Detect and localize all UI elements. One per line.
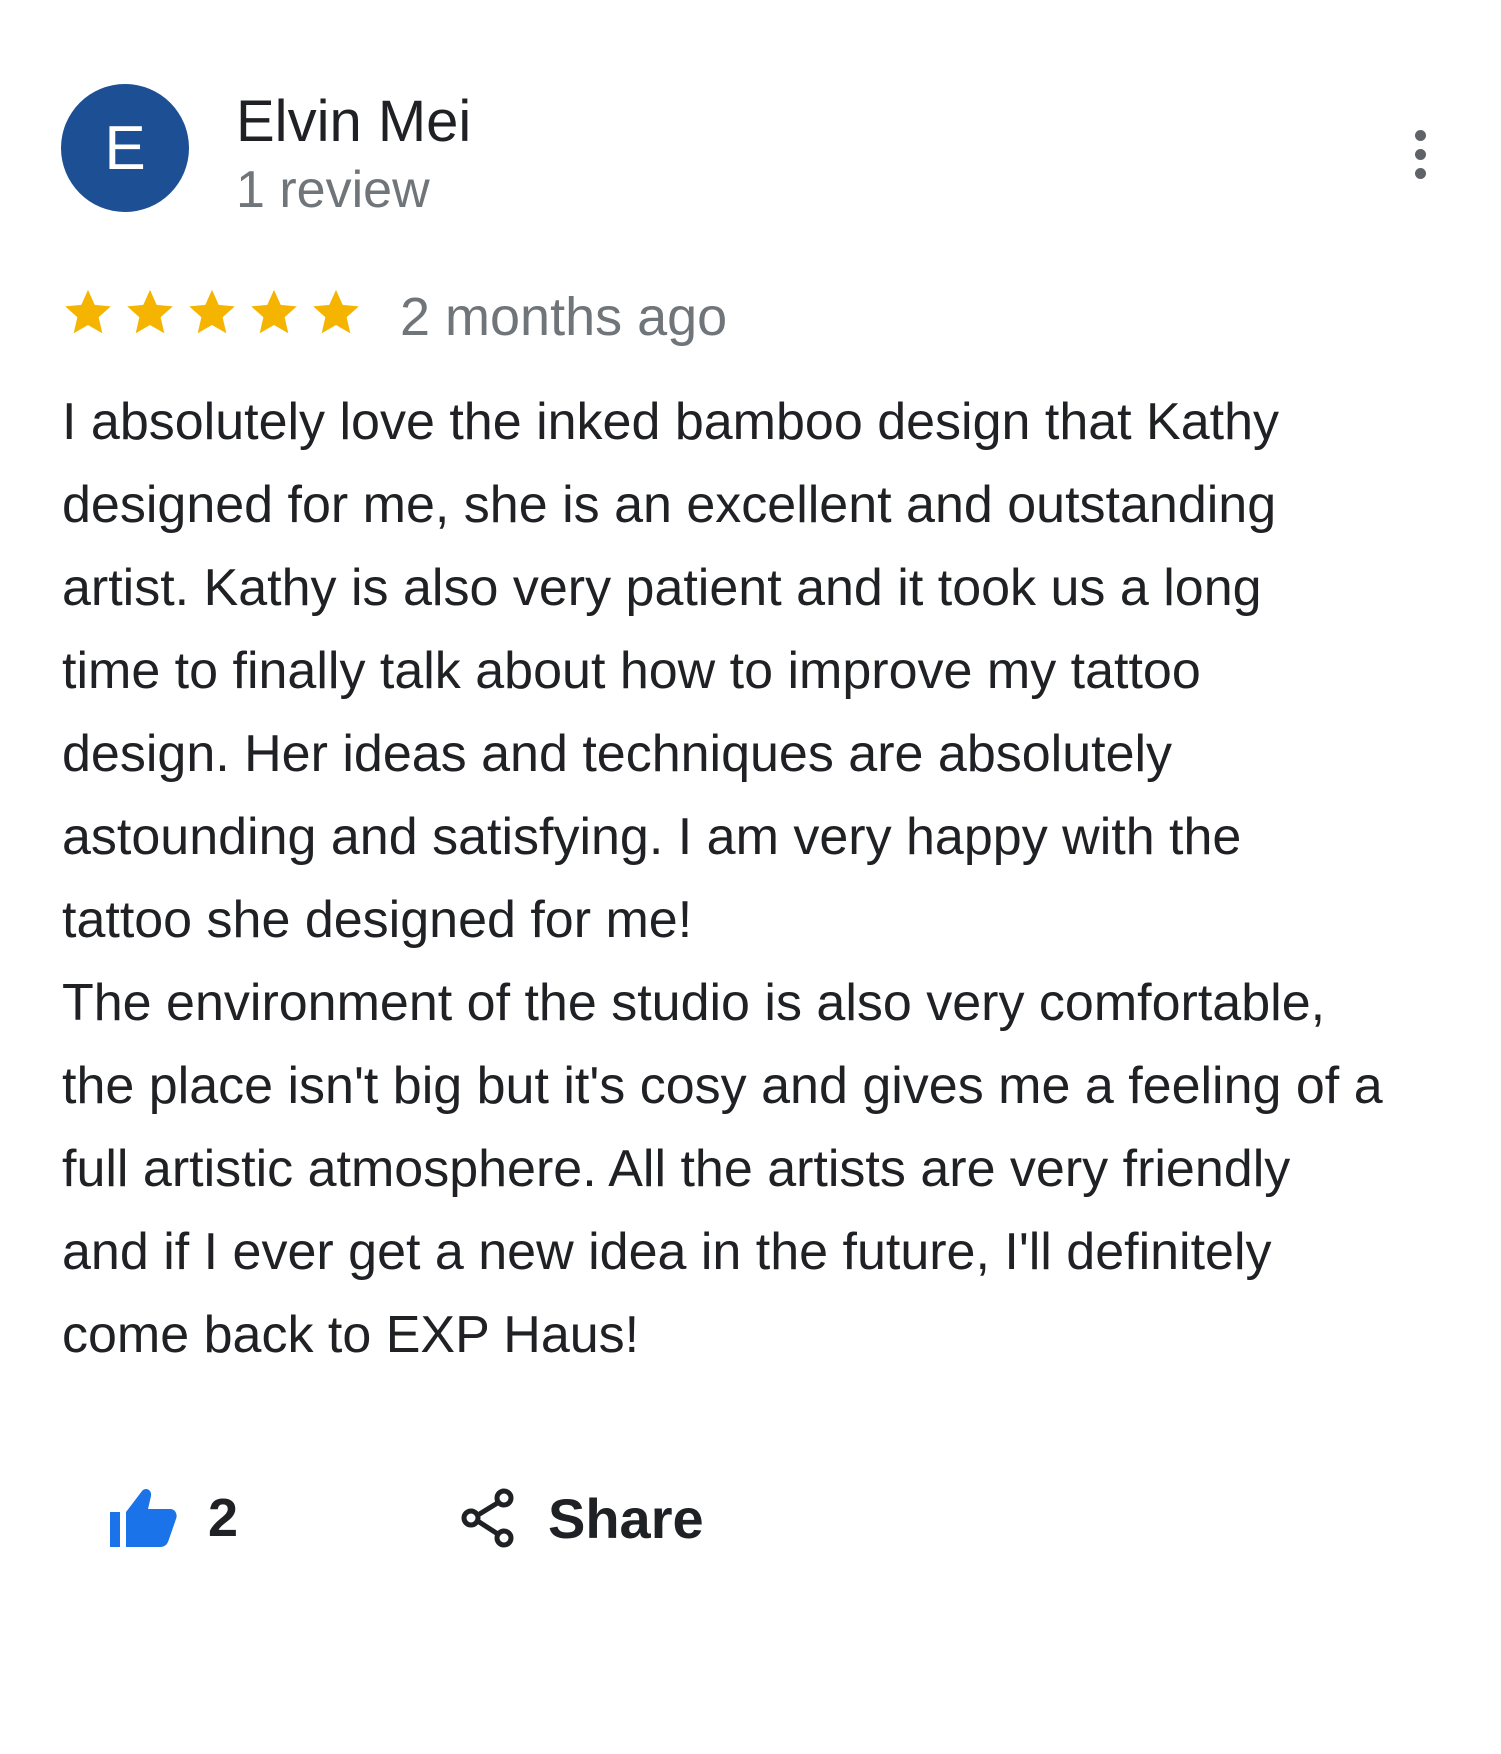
review-text-line: full artistic atmosphere. All the artist… [62, 1140, 1291, 1198]
avatar[interactable]: E [61, 84, 189, 212]
review-text-line: I absolutely love the inked bamboo desig… [62, 393, 1280, 451]
review-text-line: design. Her ideas and techniques are abs… [62, 725, 1173, 783]
review-text-line: the place isn't big but it's cosy and gi… [62, 1057, 1383, 1115]
share-button[interactable]: Share [460, 1478, 704, 1558]
star-icon [313, 289, 359, 334]
review-count[interactable]: 1 review [236, 160, 430, 220]
review-text-line: astounding and satisfying. I am very hap… [62, 808, 1242, 866]
star-rating [62, 286, 362, 338]
share-label: Share [548, 1486, 704, 1550]
thumbs-up-icon [110, 1488, 177, 1547]
review-text-line: and if I ever get a new idea in the futu… [62, 1223, 1272, 1281]
more-vert-icon [1414, 129, 1426, 179]
like-count: 2 [208, 1488, 239, 1548]
share-icon [461, 1488, 514, 1548]
star-icon [189, 289, 235, 334]
star-icon [65, 289, 111, 334]
review-text-line: time to finally talk about how to improv… [62, 642, 1201, 700]
review-text-line: The environment of the studio is also ve… [62, 974, 1326, 1032]
star-icon [251, 289, 297, 334]
review-text-line: designed for me, she is an excellent and… [62, 476, 1277, 534]
author-name[interactable]: Elvin Mei [236, 88, 471, 155]
star-icon [127, 289, 173, 334]
review-text: I absolutely love the inked bamboo desig… [62, 381, 1482, 1377]
review-text-line: tattoo she designed for me! [62, 891, 693, 949]
like-button[interactable]: 2 [108, 1478, 238, 1558]
review-card: E Elvin Mei 1 review 2 months ago I abso… [0, 0, 1501, 1754]
more-options-button[interactable] [1396, 118, 1444, 190]
avatar-initial: E [104, 113, 146, 183]
review-date: 2 months ago [400, 287, 728, 347]
review-text-line: artist. Kathy is also very patient and i… [62, 559, 1262, 617]
review-text-line: come back to EXP Haus! [62, 1306, 640, 1364]
